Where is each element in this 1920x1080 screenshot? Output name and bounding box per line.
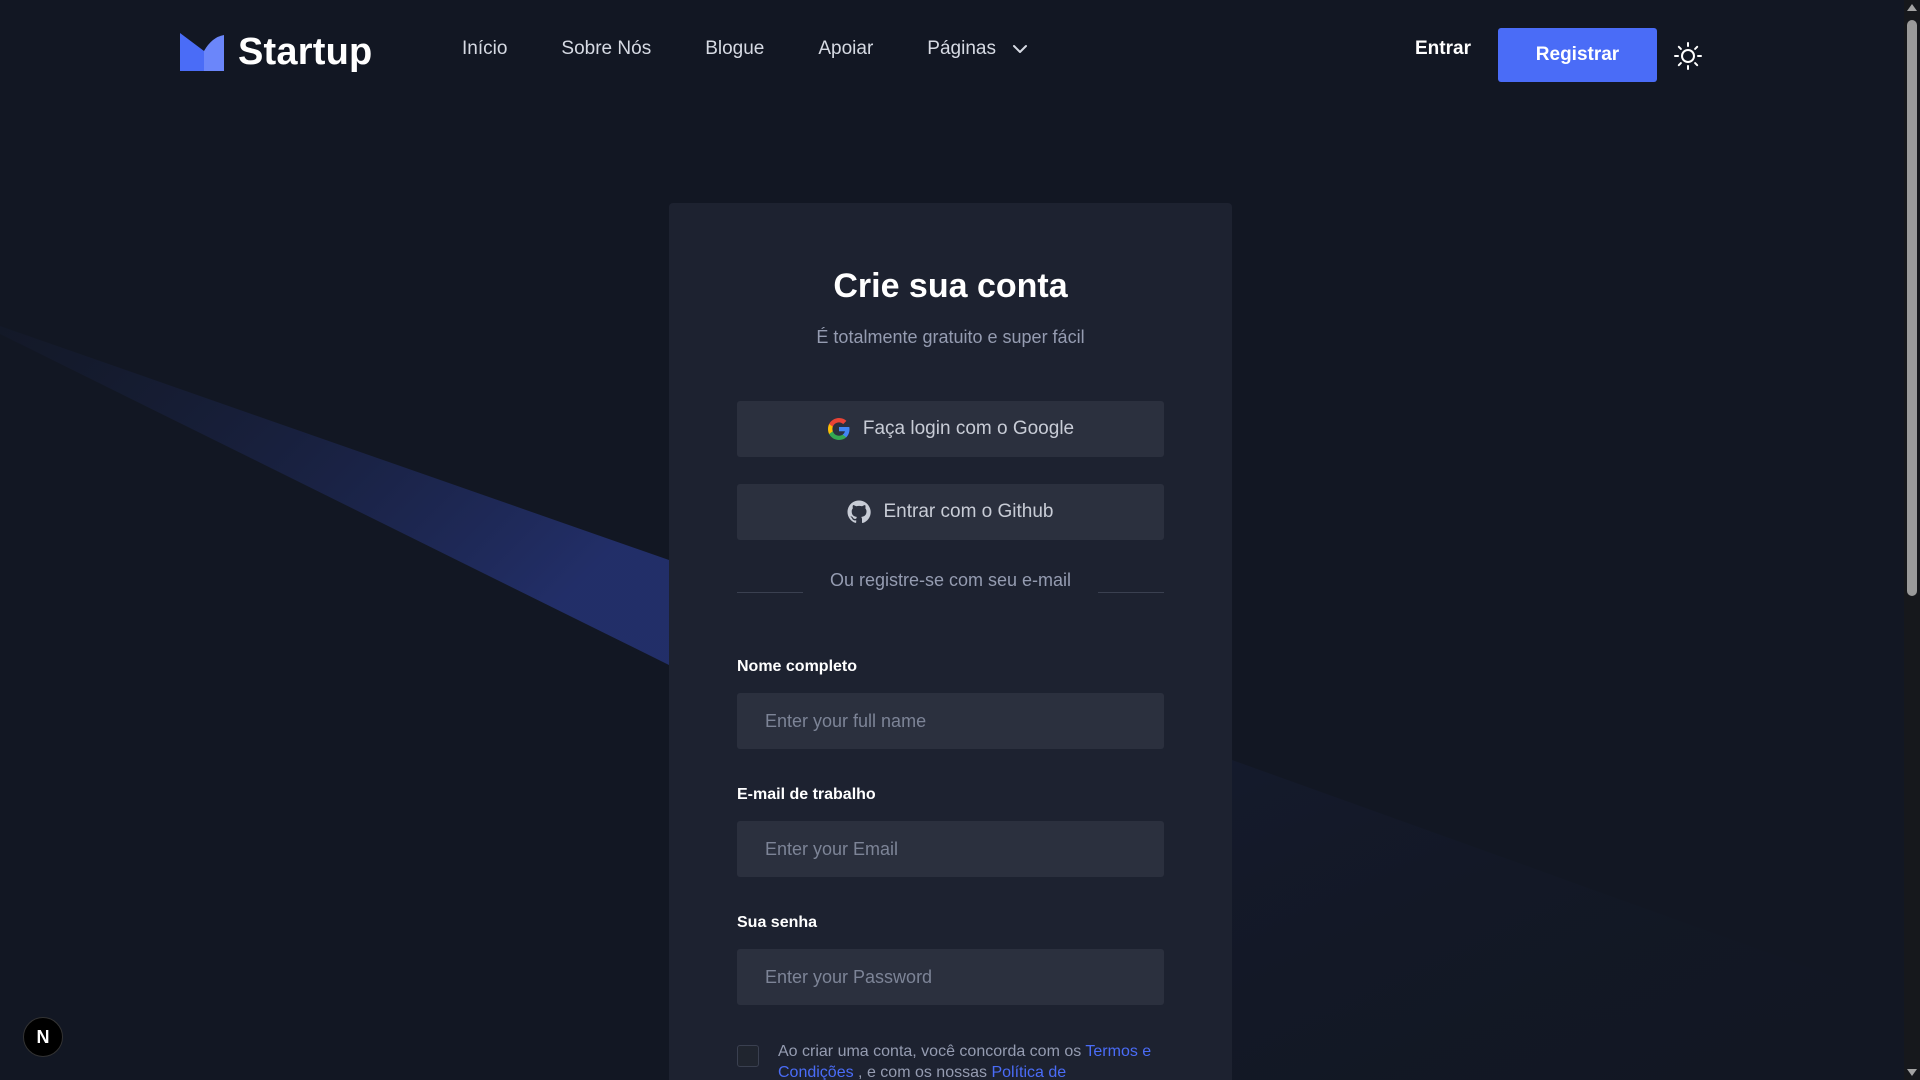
google-login-button[interactable]: Faça login com o Google (737, 401, 1164, 457)
logo-text: Startup (238, 30, 373, 73)
terms-agreement: Ao criar uma conta, você concorda com os… (737, 1041, 1164, 1080)
main-nav: Início Sobre Nós Blogue Apoiar Páginas (462, 38, 1082, 60)
terms-text: Ao criar uma conta, você concorda com os… (778, 1041, 1164, 1080)
terms-middle: , e com os nossas (853, 1064, 992, 1080)
github-icon (847, 500, 872, 524)
chevron-down-icon (1012, 45, 1027, 53)
email-label: E-mail de trabalho (737, 786, 876, 803)
scrollbar-thumb[interactable] (1907, 20, 1917, 596)
page-subtitle: É totalmente gratuito e super fácil (816, 327, 1085, 347)
divider-line-left (737, 592, 803, 593)
password-input[interactable] (737, 949, 1164, 1005)
scroll-down-arrow-icon[interactable] (1907, 1069, 1917, 1076)
google-icon (827, 418, 850, 440)
scrollbar[interactable] (1904, 0, 1920, 1080)
signin-link[interactable]: Entrar (1415, 38, 1471, 60)
terms-prefix: Ao criar uma conta, você concorda com os (778, 1043, 1086, 1060)
divider-text: Ou registre-se com seu e-mail (829, 570, 1072, 590)
nextjs-badge[interactable]: N (23, 1017, 63, 1057)
privacy-link[interactable]: Política de (991, 1064, 1066, 1080)
nav-item-paginas[interactable]: Páginas (927, 38, 1028, 60)
github-login-button[interactable]: Entrar com o Github (737, 484, 1164, 540)
nav-item-paginas-label: Páginas (927, 38, 996, 59)
register-button[interactable]: Registrar (1498, 28, 1657, 82)
full-name-label: Nome completo (737, 658, 858, 675)
nav-item-inicio[interactable]: Início (462, 38, 507, 60)
github-login-label: Entrar com o Github (883, 501, 1054, 522)
email-input[interactable] (737, 821, 1164, 877)
scroll-up-arrow-icon[interactable] (1907, 4, 1917, 11)
page: Startup Início Sobre Nós Blogue Apoiar P… (0, 0, 1920, 1080)
page-title: Crie sua conta (833, 267, 1068, 305)
full-name-input[interactable] (737, 693, 1164, 749)
signup-card: Crie sua conta É totalmente gratuito e s… (669, 203, 1232, 1080)
google-login-label: Faça login com o Google (862, 418, 1075, 439)
header: Startup Início Sobre Nós Blogue Apoiar P… (0, 0, 1904, 108)
password-label: Sua senha (737, 914, 818, 931)
logo-icon (180, 33, 224, 71)
nav-item-sobre-nos[interactable]: Sobre Nós (561, 38, 651, 60)
logo[interactable]: Startup (180, 28, 372, 76)
sun-icon[interactable] (1674, 42, 1702, 70)
terms-checkbox[interactable] (737, 1045, 759, 1067)
nav-item-blogue[interactable]: Blogue (705, 38, 764, 60)
nav-item-apoiar[interactable]: Apoiar (818, 38, 873, 60)
divider-line-right (1098, 592, 1164, 593)
